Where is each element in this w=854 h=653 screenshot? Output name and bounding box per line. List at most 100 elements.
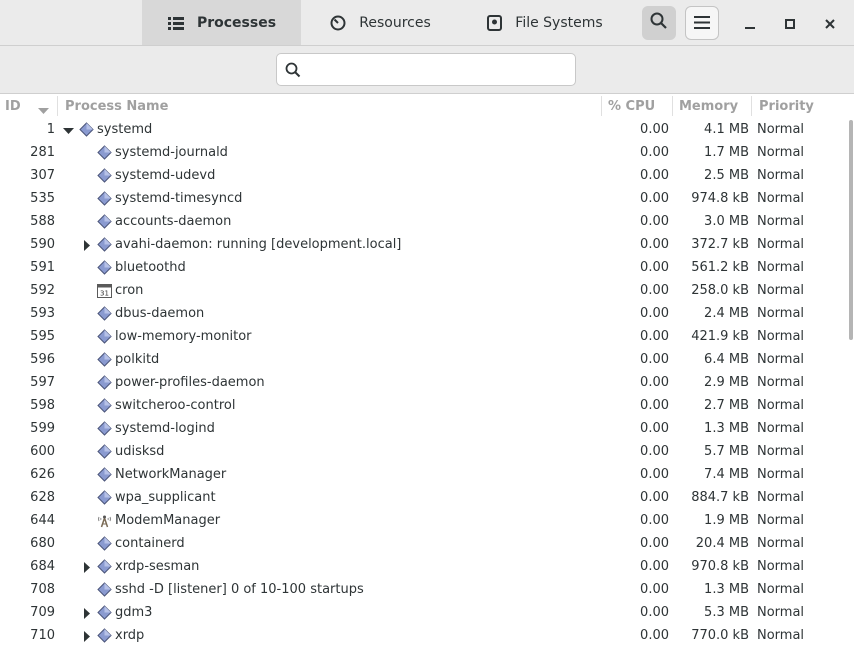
process-id: 684 <box>30 559 55 574</box>
process-diamond-icon <box>97 582 112 597</box>
process-row[interactable]: 708 sshd -D [listener] 0 of 10-100 startu… <box>0 578 846 601</box>
expander-collapsed-icon[interactable] <box>82 631 92 642</box>
process-row[interactable]: 593 dbus-daemon 0.00 2.4 MB Normal <box>0 302 846 325</box>
process-memory: 3.0 MB <box>704 214 749 229</box>
process-memory: 2.4 MB <box>704 306 749 321</box>
process-diamond-icon <box>97 605 112 620</box>
process-diamond-icon <box>97 444 112 459</box>
process-cpu: 0.00 <box>640 490 669 505</box>
process-priority: Normal <box>757 605 805 620</box>
process-row[interactable]: 598 switcheroo-control 0.00 2.7 MB Normal <box>0 394 846 417</box>
column-divider <box>672 96 673 116</box>
process-name: udisksd <box>115 444 165 459</box>
tab-resources[interactable]: Resources <box>301 0 459 45</box>
search-input[interactable] <box>311 59 570 81</box>
process-name: power-profiles-daemon <box>115 375 265 390</box>
process-name: xrdp-sesman <box>115 559 200 574</box>
scrollbar[interactable] <box>849 120 853 340</box>
process-priority: Normal <box>757 122 805 137</box>
expander-collapsed-icon[interactable] <box>82 562 92 573</box>
process-list[interactable]: 1 systemd 0.00 4.1 MB Normal 281 systemd-journ… <box>0 118 846 653</box>
process-row[interactable]: 709 gdm3 0.00 5.3 MB Normal <box>0 601 846 624</box>
process-cpu: 0.00 <box>640 444 669 459</box>
process-diamond-icon <box>97 536 112 551</box>
column-header-priority[interactable]: Priority <box>759 94 844 118</box>
process-memory: 20.4 MB <box>695 536 749 551</box>
process-name: xrdp <box>115 628 145 643</box>
column-header-id[interactable]: ID <box>5 94 55 118</box>
process-row[interactable]: 710 xrdp 0.00 770.0 kB Normal <box>0 624 846 647</box>
process-priority: Normal <box>757 214 805 229</box>
process-row[interactable]: 644 ModemManager 0.00 1.9 MB Normal <box>0 509 846 532</box>
process-row[interactable]: 628 wpa_supplicant 0.00 884.7 kB Normal <box>0 486 846 509</box>
disk-icon <box>485 14 503 32</box>
header-bar: Processes Resources File Systems <box>0 0 854 46</box>
gauge-icon <box>329 14 347 32</box>
process-diamond-icon <box>97 329 112 344</box>
process-name: cron <box>115 283 144 298</box>
process-cpu: 0.00 <box>640 260 669 275</box>
process-row[interactable]: 599 systemd-logind 0.00 1.3 MB Normal <box>0 417 846 440</box>
process-priority: Normal <box>757 329 805 344</box>
process-row[interactable]: 591 bluetoothd 0.00 561.2 kB Normal <box>0 256 846 279</box>
process-diamond-icon <box>97 421 112 436</box>
process-row[interactable]: 596 polkitd 0.00 6.4 MB Normal <box>0 348 846 371</box>
process-row[interactable]: 684 xrdp-sesman 0.00 970.8 kB Normal <box>0 555 846 578</box>
process-cpu: 0.00 <box>640 237 669 252</box>
process-row[interactable]: 680 containerd 0.00 20.4 MB Normal <box>0 532 846 555</box>
process-cpu: 0.00 <box>640 467 669 482</box>
process-memory: 5.7 MB <box>704 444 749 459</box>
close-button[interactable] <box>818 11 842 35</box>
process-priority: Normal <box>757 237 805 252</box>
tab-file-systems[interactable]: File Systems <box>459 0 629 45</box>
process-row[interactable]: 597 power-profiles-daemon 0.00 2.9 MB Normal <box>0 371 846 394</box>
process-diamond-icon <box>97 467 112 482</box>
process-diamond-icon <box>97 237 112 252</box>
process-name: avahi-daemon: running [development.local… <box>115 237 402 252</box>
expander-collapsed-icon[interactable] <box>82 608 92 619</box>
process-row[interactable]: 588 accounts-daemon 0.00 3.0 MB Normal <box>0 210 846 233</box>
hamburger-icon <box>694 14 710 33</box>
process-diamond-icon <box>97 352 112 367</box>
process-row[interactable]: 590 avahi-daemon: running [development.lo… <box>0 233 846 256</box>
process-row[interactable]: 307 systemd-udevd 0.00 2.5 MB Normal <box>0 164 846 187</box>
process-memory: 970.8 kB <box>691 559 749 574</box>
column-header-row: ID Process Name % CPU Memory Priority <box>0 94 854 118</box>
process-row[interactable]: 535 systemd-timesyncd 0.00 974.8 kB Normal <box>0 187 846 210</box>
process-priority: Normal <box>757 352 805 367</box>
search-toggle-button[interactable] <box>642 6 676 40</box>
process-row[interactable]: 595 low-memory-monitor 0.00 421.9 kB Normal <box>0 325 846 348</box>
column-header-process-name-label: Process Name <box>65 98 169 114</box>
process-cpu: 0.00 <box>640 283 669 298</box>
main-menu-button[interactable] <box>685 6 719 40</box>
process-row[interactable]: 592 31 cron 0.00 258.0 kB Normal <box>0 279 846 302</box>
process-calendar-icon: 31 <box>97 283 112 298</box>
expander-collapsed-icon[interactable] <box>82 240 92 251</box>
process-diamond-icon <box>79 122 94 137</box>
tab-processes[interactable]: Processes <box>142 0 301 45</box>
process-row[interactable]: 1 systemd 0.00 4.1 MB Normal <box>0 118 846 141</box>
process-priority: Normal <box>757 467 805 482</box>
minimize-button[interactable] <box>738 11 762 35</box>
process-row[interactable]: 626 NetworkManager 0.00 7.4 MB Normal <box>0 463 846 486</box>
column-header-memory[interactable]: Memory <box>679 94 749 118</box>
process-name: sshd -D [listener] 0 of 10-100 startups <box>115 582 364 597</box>
column-header-cpu[interactable]: % CPU <box>608 94 670 118</box>
process-cpu: 0.00 <box>640 145 669 160</box>
process-row[interactable]: 600 udisksd 0.00 5.7 MB Normal <box>0 440 846 463</box>
process-cpu: 0.00 <box>640 168 669 183</box>
process-cpu: 0.00 <box>640 352 669 367</box>
process-cpu: 0.00 <box>640 306 669 321</box>
process-id: 680 <box>30 536 55 551</box>
process-row[interactable]: 281 systemd-journald 0.00 1.7 MB Normal <box>0 141 846 164</box>
process-memory: 372.7 kB <box>691 237 749 252</box>
search-field[interactable] <box>276 53 576 86</box>
process-diamond-icon <box>97 490 112 505</box>
column-header-process-name[interactable]: Process Name <box>65 94 595 118</box>
maximize-button[interactable] <box>778 11 802 35</box>
process-name: ModemManager <box>115 513 221 528</box>
expander-expanded-icon[interactable] <box>63 125 74 135</box>
process-name: systemd <box>97 122 153 137</box>
process-diamond-icon <box>97 559 112 574</box>
process-id: 709 <box>30 605 55 620</box>
